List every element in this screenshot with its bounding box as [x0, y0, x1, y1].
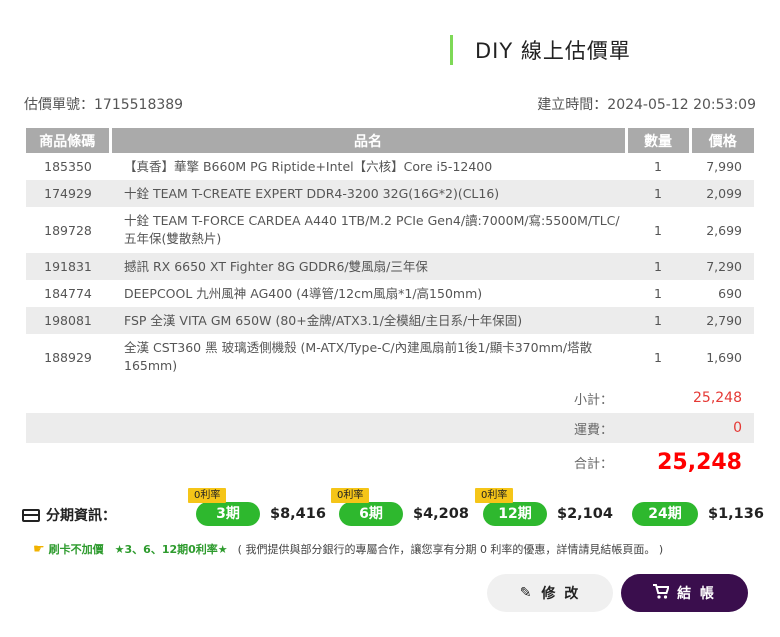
item-price: 1,690	[706, 349, 742, 365]
item-name: 全漢 CST360 黑 玻璃透側機殼 (M-ATX/Type-C/內建風扇前1後…	[124, 340, 593, 373]
edit-button[interactable]: ✎ 修 改	[487, 574, 613, 612]
item-code: 184774	[44, 286, 92, 301]
plan-amount: $4,208	[413, 506, 469, 522]
item-name: 撼訊 RX 6650 XT Fighter 8G GDDR6/雙風扇/三年保	[110, 253, 626, 280]
created-time: 建立時間：2024-05-12 20:53:09	[537, 97, 756, 113]
item-code: 189728	[44, 222, 92, 238]
item-name: FSP 全漢 VITA GM 650W (80+金牌/ATX3.1/全模組/主日…	[110, 307, 626, 334]
page-title: DIY 線上估價單	[475, 39, 631, 63]
item-code: 198081	[26, 307, 110, 334]
plan-pill: 24期	[632, 502, 698, 526]
quote-number: 估價單號：1715518389	[24, 97, 184, 113]
item-price: 2,699	[706, 222, 742, 238]
table-row: 188929 全漢 CST360 黑 玻璃透側機殼 (M-ATX/Type-C/…	[26, 334, 754, 380]
table-row: 184774 DEEPCOOL 九州風神 AG400 (4導管/12cm風扇*1…	[26, 280, 754, 307]
header-name: 品名	[110, 128, 628, 153]
plan-period: 3期	[216, 506, 240, 522]
total-row: 合計： 25,248	[26, 445, 754, 479]
title-accent-bar	[450, 35, 453, 65]
zero-rate-tag: 0利率	[331, 488, 370, 503]
header-code: 商品條碼	[26, 128, 112, 153]
table-row: 174929 十銓 TEAM T-CREATE EXPERT DDR4-3200…	[26, 180, 754, 207]
item-qty: 1	[654, 349, 662, 365]
installment-plan-12: 0利率 12期 $2,104	[475, 488, 613, 526]
item-qty: 1	[626, 253, 690, 280]
edit-button-label: 修 改	[541, 586, 581, 602]
plan-pill: 0利率 6期	[331, 488, 403, 526]
checkout-button-label: 結 帳	[677, 586, 716, 602]
shipping-row: 運費： 0	[26, 413, 754, 443]
subtotal-value: 25,248	[693, 390, 742, 406]
item-qty: 1	[654, 222, 662, 238]
item-name: 十銓 TEAM T-CREATE EXPERT DDR4-3200 32G(16…	[110, 180, 626, 207]
item-price: 2,790	[690, 307, 754, 334]
item-price: 7,290	[690, 253, 754, 280]
item-price: 690	[718, 286, 742, 301]
item-qty: 1	[626, 180, 690, 207]
table-row: 198081 FSP 全漢 VITA GM 650W (80+金牌/ATX3.1…	[26, 307, 754, 334]
pencil-icon: ✎	[519, 585, 534, 601]
shipping-value: 0	[733, 420, 742, 436]
credit-card-icon	[22, 508, 40, 522]
plan-period: 12期	[498, 506, 532, 522]
total-value: 25,248	[657, 449, 742, 475]
plan-pill: 0利率 3期	[188, 488, 260, 526]
installment-plan-6: 0利率 6期 $4,208	[331, 488, 469, 526]
item-name: 十銓 TEAM T-FORCE CARDEA A440 1TB/M.2 PCIe…	[124, 213, 620, 246]
table-row: 185350 【真香】華擎 B660M PG Riptide+Intel【六核】…	[26, 153, 754, 180]
installment-note: ☛ 刷卡不加價 ★3、6、12期0利率★ ( 我們提供與部分銀行的專屬合作，讓您…	[33, 541, 663, 557]
installment-plan-24: 24期 $1,136	[632, 502, 764, 526]
item-price: 7,990	[706, 159, 742, 174]
installment-section: 分期資訊： 0利率 3期 $8,416 0利率 6期 $4,208 0利率 12…	[22, 488, 764, 528]
item-name: 【真香】華擎 B660M PG Riptide+Intel【六核】Core i5…	[124, 158, 493, 174]
subtotal-label: 小計：	[574, 392, 614, 408]
item-qty: 1	[626, 307, 690, 334]
cart-icon	[653, 583, 670, 603]
item-price: 2,099	[690, 180, 754, 207]
installment-plan-3: 0利率 3期 $8,416	[188, 488, 326, 526]
table-row: 191831 撼訊 RX 6650 XT Fighter 8G GDDR6/雙風…	[26, 253, 754, 280]
plan-amount: $1,136	[708, 506, 764, 522]
plan-period: 24期	[648, 506, 682, 522]
header-price: 價格	[690, 128, 754, 153]
items-table: 商品條碼 品名 數量 價格 185350 【真香】華擎 B660M PG Rip…	[26, 128, 754, 380]
total-label: 合計：	[574, 456, 614, 472]
item-qty: 1	[654, 159, 662, 174]
pointing-hand-icon: ☛	[33, 541, 45, 557]
zero-rate-tag: 0利率	[475, 488, 514, 503]
header-qty: 數量	[626, 128, 692, 153]
note-text: ( 我們提供與部分銀行的專屬合作，讓您享有分期 0 利率的優惠，詳情請見結帳頁面…	[237, 543, 664, 556]
note-highlight: 刷卡不加價 ★3、6、12期0利率★	[48, 543, 228, 556]
installment-label-wrap: 分期資訊：	[22, 505, 116, 525]
installment-label: 分期資訊：	[46, 508, 116, 524]
shipping-label: 運費：	[574, 422, 614, 438]
table-row: 189728 十銓 TEAM T-FORCE CARDEA A440 1TB/M…	[26, 207, 754, 253]
item-code: 191831	[26, 253, 110, 280]
item-name: DEEPCOOL 九州風神 AG400 (4導管/12cm風扇*1/高150mm…	[124, 285, 483, 301]
plan-pill: 0利率 12期	[475, 488, 547, 526]
item-code: 185350	[44, 159, 92, 174]
plan-amount: $8,416	[270, 506, 326, 522]
checkout-button[interactable]: 結 帳	[621, 574, 748, 612]
item-qty: 1	[654, 286, 662, 301]
plan-period: 6期	[359, 506, 383, 522]
zero-rate-tag: 0利率	[188, 488, 227, 503]
item-code: 188929	[44, 349, 92, 365]
page-title-wrap: DIY 線上估價單	[450, 34, 631, 66]
subtotal-row: 小計： 25,248	[26, 384, 754, 412]
item-code: 174929	[26, 180, 110, 207]
plan-amount: $2,104	[557, 506, 613, 522]
